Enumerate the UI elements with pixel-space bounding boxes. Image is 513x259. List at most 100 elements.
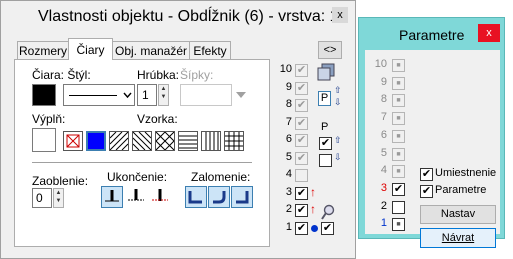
- lines-panel: Čiara: Štýl: Hrúbka: Šípky: 1 ▲ ▼ Výplň: …: [14, 59, 270, 247]
- param-layer-checkbox[interactable]: ■: [392, 59, 405, 72]
- ending-flat-button[interactable]: [101, 186, 123, 208]
- location-label: Umiestnenie: [435, 167, 497, 179]
- stepper-down-icon[interactable]: ▼: [54, 197, 63, 205]
- layer-visible-checkbox[interactable]: ✔: [295, 222, 308, 235]
- parameters-label: Parametre: [435, 184, 487, 196]
- pattern-horizontal-icon[interactable]: [178, 131, 198, 151]
- thickness-stepper[interactable]: ▲ ▼: [158, 84, 169, 106]
- param-layer-number: 4: [380, 164, 387, 176]
- layer-visible-checkbox[interactable]: [295, 169, 308, 182]
- stepper-up-icon[interactable]: ▲: [54, 189, 63, 197]
- p-checkbox-empty[interactable]: [319, 154, 332, 167]
- stepper-up-icon[interactable]: ▲: [159, 85, 168, 93]
- layer-number: 10: [279, 63, 292, 75]
- parameters-title: Parametre: [399, 27, 465, 43]
- red-arrow-up-icon: ↑: [310, 202, 316, 216]
- pattern-crosshatch-icon[interactable]: [155, 131, 175, 151]
- param-layer-number: 3: [380, 182, 387, 194]
- layer-visible-checkbox[interactable]: ✔: [295, 134, 308, 147]
- return-button[interactable]: Návrat: [420, 228, 496, 248]
- tab-object-manager[interactable]: Obj. manažér: [112, 41, 190, 59]
- param-layer-checkbox[interactable]: ■: [392, 130, 405, 143]
- layer-number: 5: [285, 151, 292, 163]
- move-down-icon[interactable]: ⇩: [334, 97, 342, 108]
- param-layer-number: 8: [380, 93, 387, 105]
- arrow-down-icon[interactable]: ⇩: [334, 152, 342, 163]
- p-checkbox-checked[interactable]: ✔: [319, 137, 332, 150]
- pattern-label: Vzorka:: [137, 112, 178, 126]
- layer-lock-checkbox[interactable]: ✔: [321, 222, 334, 235]
- thickness-field[interactable]: 1: [137, 84, 157, 106]
- arrow-up-icon[interactable]: ⇧: [334, 135, 342, 146]
- param-layer-checkbox[interactable]: ■: [392, 94, 405, 107]
- parameters-body: ✔ Umiestnenie ✔ Parametre Nastav Návrat …: [365, 50, 500, 248]
- layer-visible-checkbox[interactable]: ✔: [295, 82, 308, 95]
- nav-button[interactable]: <>: [318, 41, 342, 59]
- rounding-field[interactable]: 0: [32, 188, 52, 208]
- rounding-stepper[interactable]: ▲ ▼: [53, 188, 64, 208]
- divider: [32, 162, 252, 163]
- ending-square-button[interactable]: [125, 186, 147, 208]
- param-layer-checkbox[interactable]: ✔: [392, 183, 405, 196]
- ending-round-button[interactable]: [149, 186, 171, 208]
- arrows-select: [180, 84, 232, 106]
- line-color-swatch[interactable]: [32, 84, 56, 106]
- line-style-label: Čiara: Štýl:: [32, 68, 91, 82]
- rounding-label: Zaoblenie:: [32, 174, 89, 188]
- layer-number: 8: [285, 98, 292, 110]
- layer-visible-checkbox[interactable]: ✔: [295, 152, 308, 165]
- parameters-window: Parametre x ✔ Umiestnenie ✔ Parametre Na…: [358, 17, 505, 248]
- parameters-checkbox[interactable]: ✔: [420, 185, 433, 198]
- layer-visible-checkbox[interactable]: ✔: [295, 204, 308, 217]
- line-style-select[interactable]: [63, 84, 135, 106]
- layer-visible-checkbox[interactable]: ✔: [295, 64, 308, 77]
- param-layer-checkbox[interactable]: ■: [392, 112, 405, 125]
- layer-number: 6: [285, 133, 292, 145]
- tab-dimensions[interactable]: Rozmery: [17, 41, 69, 59]
- p-label-bottom: P: [321, 121, 329, 133]
- object-properties-dialog: Vlastnosti objektu - Obdĺžnik (6) - vrst…: [0, 0, 356, 259]
- active-layer-dot-icon: [311, 225, 318, 232]
- param-layer-checkbox[interactable]: [392, 201, 405, 214]
- dialog-title: Vlastnosti objektu - Obdĺžnik (6) - vrst…: [38, 8, 339, 25]
- set-button[interactable]: Nastav: [420, 205, 496, 224]
- param-layer-checkbox[interactable]: ■: [392, 77, 405, 90]
- ending-label: Ukončenie:: [107, 170, 168, 184]
- layer-visible-checkbox[interactable]: ✔: [295, 187, 308, 200]
- param-layer-checkbox[interactable]: ■: [392, 148, 405, 161]
- pattern-diagonal-back-icon[interactable]: [132, 131, 152, 151]
- param-layer-number: 7: [380, 111, 387, 123]
- layer-visible-checkbox[interactable]: ✔: [295, 99, 308, 112]
- magnifier-icon[interactable]: [321, 204, 335, 220]
- layer-number: 7: [285, 116, 292, 128]
- thickness-label: Hrúbka:: [137, 68, 180, 82]
- close-button[interactable]: x: [332, 7, 348, 23]
- join-bevel-button[interactable]: [231, 186, 253, 208]
- tab-effects[interactable]: Efekty: [189, 41, 231, 59]
- pattern-cross-icon[interactable]: [63, 131, 83, 151]
- pattern-grid-icon[interactable]: [224, 131, 244, 151]
- pattern-diagonal-icon[interactable]: [109, 131, 129, 151]
- layer-number: 2: [285, 203, 292, 215]
- pattern-vertical-icon[interactable]: [201, 131, 221, 151]
- param-layer-number: 5: [380, 147, 387, 159]
- tab-lines[interactable]: Čiary: [68, 38, 113, 60]
- parameters-close-button[interactable]: x: [478, 24, 500, 42]
- join-miter-button[interactable]: [185, 186, 207, 208]
- layer-number: 9: [285, 81, 292, 93]
- location-checkbox[interactable]: ✔: [420, 168, 433, 181]
- param-layer-number: 6: [380, 129, 387, 141]
- chevron-down-icon: [123, 92, 132, 99]
- p-toggle-top[interactable]: P: [318, 91, 331, 106]
- fill-color-swatch[interactable]: [32, 128, 56, 152]
- param-layer-checkbox[interactable]: ■: [392, 218, 405, 231]
- pattern-solid-blue-icon[interactable]: [86, 131, 106, 151]
- join-round-button[interactable]: [208, 186, 230, 208]
- layers-stack-icon[interactable]: [317, 63, 335, 81]
- stepper-down-icon[interactable]: ▼: [159, 93, 168, 101]
- param-layer-number: 10: [374, 58, 387, 70]
- layer-visible-checkbox[interactable]: ✔: [295, 117, 308, 130]
- move-up-icon[interactable]: ⇧: [334, 85, 342, 96]
- solid-line-preview: [69, 95, 117, 96]
- param-layer-checkbox[interactable]: ■: [392, 165, 405, 178]
